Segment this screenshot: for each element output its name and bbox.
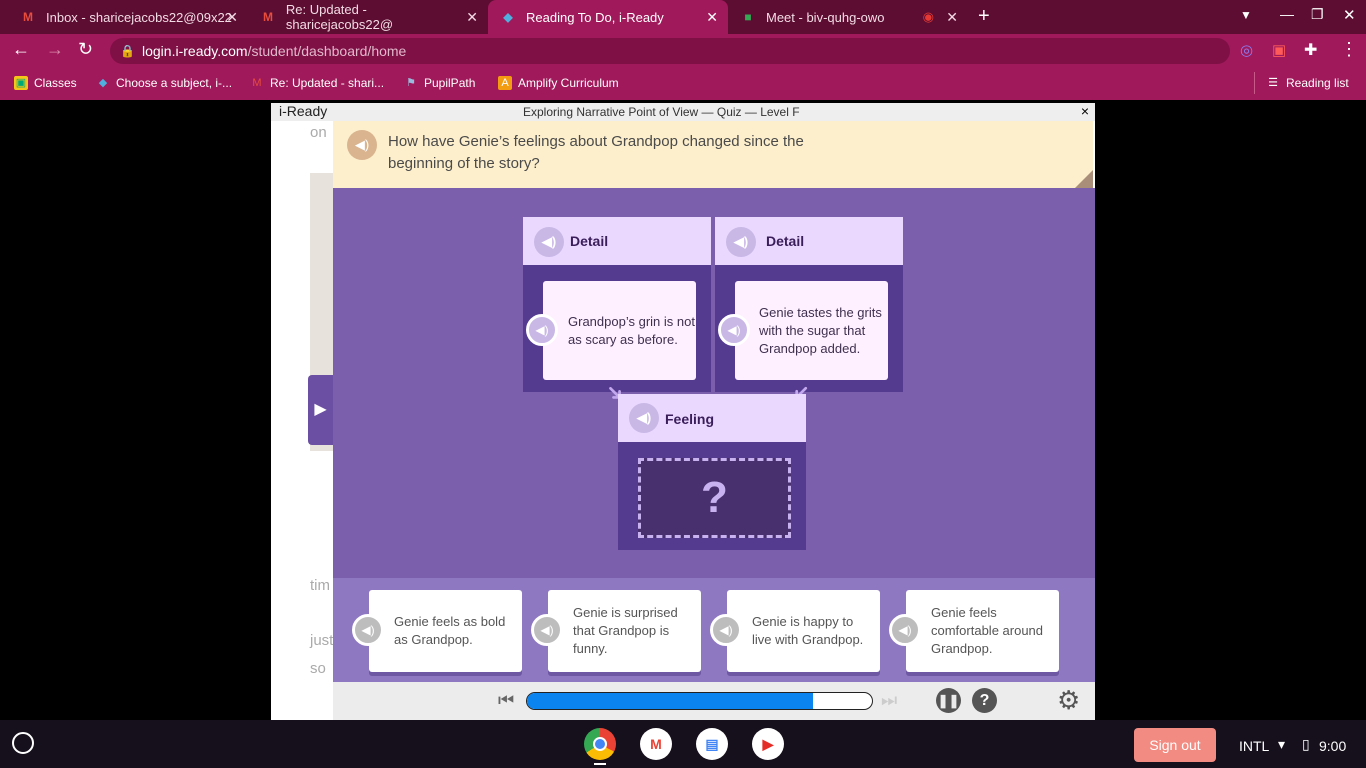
close-lesson-button[interactable]: × [1081, 103, 1089, 119]
wifi-icon[interactable]: ▾ [1278, 736, 1285, 753]
page-curl [1075, 170, 1093, 188]
next-icon[interactable]: ⏭ [881, 690, 897, 711]
help-button[interactable]: ? [972, 688, 997, 713]
bookmark-choose-subject[interactable]: ◆ Choose a subject, i-... [96, 76, 232, 90]
speaker-icon[interactable]: ◀) [629, 403, 659, 433]
chrome-app-icon[interactable] [584, 728, 616, 760]
tab-meet[interactable]: ■ Meet - biv-quhg-owo ◉ ✕ [728, 0, 968, 34]
docs-app-icon[interactable]: ▤ [696, 728, 728, 760]
gmail-icon: M [23, 10, 33, 24]
close-window-icon[interactable]: ✕ [1343, 6, 1356, 24]
recording-icon: ◉ [922, 9, 934, 24]
detail-card-2[interactable]: Genie tastes the grits with the sugar th… [735, 281, 888, 380]
lesson-header: i-Ready Exploring Narrative Point of Vie… [271, 103, 1095, 121]
close-tab-icon[interactable]: ✕ [706, 9, 718, 26]
bookmark-re-updated[interactable]: M Re: Updated - shari... [250, 76, 384, 90]
extension-icon[interactable]: ▣ [1272, 41, 1286, 59]
tab-re-updated[interactable]: M Re: Updated - sharicejacobs22@ ✕ [248, 0, 488, 34]
progress-bar [526, 692, 873, 710]
speaker-icon[interactable]: ◀) [889, 614, 921, 646]
speaker-icon[interactable]: ◀) [352, 614, 384, 646]
question-banner: ◀) How have Genie’s feelings about Grand… [333, 121, 1093, 188]
settings-gear-icon[interactable]: ⚙ [1057, 685, 1080, 716]
restore-icon[interactable]: ❐ [1311, 6, 1324, 23]
passage-text: tim [310, 577, 330, 594]
reading-list-button[interactable]: ☰ Reading list [1266, 76, 1349, 90]
extension-icon[interactable]: ◎ [1240, 41, 1253, 59]
close-tab-icon[interactable]: ✕ [946, 9, 958, 26]
gmail-icon: M [262, 10, 273, 24]
iready-icon: ◆ [503, 10, 513, 24]
shelf: Sign out INTL ▾ ▯ 9:00 [0, 720, 1366, 768]
speaker-icon[interactable]: ◀) [710, 614, 742, 646]
sign-out-button[interactable]: Sign out [1134, 728, 1216, 762]
detail-header-2: ◀) Detail [715, 217, 903, 265]
close-tab-icon[interactable]: ✕ [466, 9, 478, 26]
battery-icon[interactable]: ▯ [1302, 736, 1310, 753]
lesson-controls: ⏮ ⏭ ❚❚ ? ⚙ [333, 682, 1095, 720]
minimize-icon[interactable]: — [1280, 6, 1294, 22]
launcher-button[interactable] [12, 732, 34, 754]
speaker-icon[interactable]: ◀) [526, 314, 558, 346]
youtube-app-icon[interactable]: ▶ [752, 728, 784, 760]
bookmarks-bar: ▣ Classes ◆ Choose a subject, i-... M Re: U… [0, 68, 1366, 100]
answer-card-3[interactable]: Genie is happy to live with Grandpop. [727, 590, 880, 672]
tab-search-icon[interactable]: ▼ [1240, 8, 1252, 22]
clock[interactable]: 9:00 [1319, 738, 1346, 754]
address-bar[interactable]: 🔒 login.i-ready.com/student/dashboard/ho… [110, 38, 1230, 64]
answer-card-2[interactable]: Genie is surprised that Grandpop is funn… [548, 590, 701, 672]
ime-indicator[interactable]: INTL [1239, 738, 1269, 754]
meet-icon: ■ [744, 10, 752, 24]
pupilpath-icon: ⚑ [406, 77, 416, 89]
answer-card-4[interactable]: Genie feels comfortable around Grandpop. [906, 590, 1059, 672]
gmail-icon: M [252, 77, 262, 89]
forward-icon[interactable]: → [46, 39, 64, 60]
speaker-icon[interactable]: ◀) [726, 227, 756, 257]
detail-header-1: ◀) Detail [523, 217, 711, 265]
amplify-icon: A [498, 76, 512, 90]
feeling-header: ◀) Feeling [618, 394, 806, 442]
detail-card-1[interactable]: Grandpop’s grin is not as scary as befor… [543, 281, 696, 380]
question-text: How have Genie’s feelings about Grandpop… [388, 133, 804, 172]
bookmark-amplify[interactable]: A Amplify Curriculum [498, 76, 619, 90]
speaker-icon[interactable]: ◀) [347, 130, 377, 160]
pause-button[interactable]: ❚❚ [936, 688, 961, 713]
reading-list-icon: ☰ [1268, 77, 1278, 89]
classroom-icon: ▣ [14, 76, 28, 90]
iready-icon: ◆ [98, 77, 108, 89]
gmail-app-icon[interactable]: M [640, 728, 672, 760]
lesson-title: Exploring Narrative Point of View — Quiz… [523, 105, 800, 119]
extensions-puzzle-icon[interactable]: ✚ [1304, 40, 1317, 60]
iready-logo: i-Ready [279, 103, 328, 119]
expand-passage-button[interactable]: ▶ [308, 375, 333, 445]
active-app-indicator [594, 763, 606, 765]
menu-icon[interactable]: ⋮ [1340, 39, 1358, 60]
answer-card-1[interactable]: Genie feels as bold as Grandpop. [369, 590, 522, 672]
close-tab-icon[interactable]: ✕ [226, 9, 238, 26]
tab-iready[interactable]: ◆ Reading To Do, i-Ready ✕ [488, 0, 728, 34]
passage-text: on [310, 124, 327, 141]
feeling-drop-zone[interactable]: ? [638, 458, 791, 538]
tab-strip: M Inbox - sharicejacobs22@09x22 ✕ M Re: Upd… [0, 0, 1366, 34]
speaker-icon[interactable]: ◀) [718, 314, 750, 346]
passage-panel: on tim just so ▶ [271, 121, 333, 720]
lock-icon: 🔒 [120, 44, 135, 58]
passage-text: just [310, 632, 334, 649]
speaker-icon[interactable]: ◀) [531, 614, 563, 646]
progress-fill [527, 693, 814, 709]
back-icon[interactable]: ← [12, 39, 30, 60]
bookmark-classes[interactable]: ▣ Classes [14, 76, 77, 90]
previous-icon[interactable]: ⏮ [498, 690, 514, 711]
tab-inbox[interactable]: M Inbox - sharicejacobs22@09x22 ✕ [8, 0, 248, 34]
bookmark-pupilpath[interactable]: ⚑ PupilPath [404, 76, 475, 90]
speaker-icon[interactable]: ◀) [534, 227, 564, 257]
passage-text: so [310, 660, 326, 677]
new-tab-button[interactable]: + [978, 5, 990, 28]
reload-icon[interactable]: ↻ [78, 39, 93, 60]
divider [1254, 72, 1255, 94]
